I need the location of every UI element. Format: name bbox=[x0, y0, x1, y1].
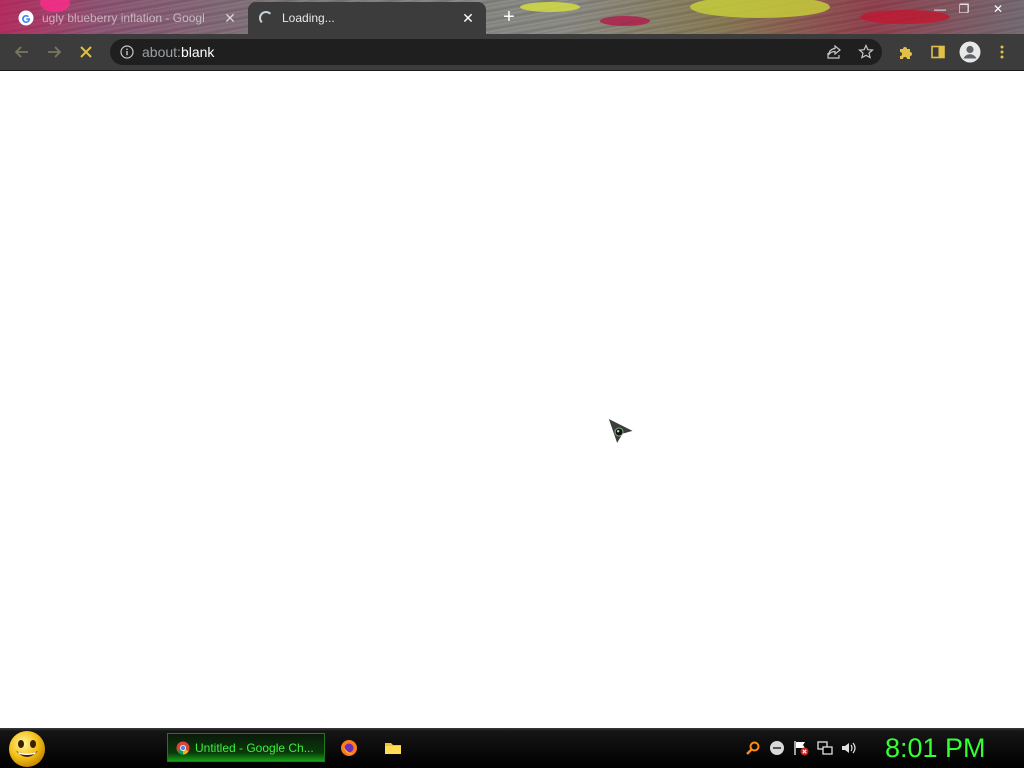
tab-strip: ugly blueberry inflation - Googl ✕ Loadi… bbox=[0, 0, 1024, 34]
folder-icon[interactable] bbox=[384, 739, 402, 757]
address-bar[interactable]: about:blank bbox=[110, 39, 882, 65]
close-window-icon[interactable]: ✕ bbox=[986, 1, 1010, 17]
profile-button[interactable] bbox=[956, 38, 984, 66]
side-panel-icon bbox=[931, 45, 945, 59]
menu-button[interactable] bbox=[988, 38, 1016, 66]
wallpaper-splat bbox=[520, 2, 580, 12]
taskbar-clock[interactable]: 8:01 PM bbox=[885, 732, 986, 764]
taskbar: Untitled - Google Ch... 8:01 PM bbox=[0, 728, 1024, 768]
page-content[interactable] bbox=[0, 71, 1024, 728]
tab-title: Loading... bbox=[282, 11, 335, 25]
stop-button[interactable] bbox=[72, 38, 100, 66]
tab-title: ugly blueberry inflation - Googl bbox=[42, 11, 205, 25]
firefox-icon[interactable] bbox=[340, 739, 358, 757]
chrome-icon bbox=[176, 741, 190, 754]
loading-spinner-icon bbox=[258, 10, 274, 26]
taskbar-item-chrome[interactable]: Untitled - Google Ch... bbox=[167, 733, 325, 762]
back-arrow-icon bbox=[14, 46, 28, 58]
address-text[interactable]: about:blank bbox=[142, 44, 214, 60]
url-host: blank bbox=[180, 44, 215, 60]
taskbar-item-label: Untitled - Google Ch... bbox=[195, 740, 314, 755]
info-icon[interactable] bbox=[120, 45, 134, 59]
mouse-cursor-icon bbox=[607, 417, 636, 446]
network-icon[interactable] bbox=[817, 740, 833, 756]
new-tab-button[interactable]: + bbox=[498, 6, 520, 28]
wallpaper-splat bbox=[690, 0, 830, 18]
star-icon bbox=[858, 44, 874, 59]
extensions-button[interactable] bbox=[892, 38, 920, 66]
bookmark-button[interactable] bbox=[852, 38, 880, 66]
tab-background[interactable]: ugly blueberry inflation - Googl ✕ bbox=[8, 2, 248, 34]
url-scheme: about: bbox=[142, 44, 181, 60]
minimize-icon[interactable]: — bbox=[928, 1, 952, 17]
forward-arrow-icon bbox=[48, 46, 62, 58]
volume-icon[interactable] bbox=[841, 740, 857, 756]
stop-icon bbox=[80, 46, 92, 58]
start-button-smiley-icon[interactable] bbox=[8, 730, 46, 768]
wallpaper-splat bbox=[600, 16, 650, 26]
forward-button[interactable] bbox=[40, 38, 68, 66]
google-g-icon bbox=[18, 10, 34, 26]
share-button[interactable] bbox=[820, 38, 848, 66]
search-magnifier-icon[interactable] bbox=[745, 740, 761, 756]
back-button[interactable] bbox=[8, 38, 36, 66]
tab-close-icon[interactable]: ✕ bbox=[460, 10, 476, 26]
side-panel-button[interactable] bbox=[924, 38, 952, 66]
tab-active[interactable]: Loading... ✕ bbox=[248, 2, 486, 34]
share-icon bbox=[827, 44, 841, 59]
menu-kebab-icon bbox=[1000, 45, 1004, 59]
messenger-icon[interactable] bbox=[769, 740, 785, 756]
tab-close-icon[interactable]: ✕ bbox=[222, 10, 238, 26]
profile-avatar-icon bbox=[959, 41, 981, 63]
browser-toolbar: about:blank bbox=[0, 34, 1024, 70]
extensions-puzzle-icon bbox=[900, 47, 912, 59]
restore-icon[interactable]: ❐ bbox=[952, 1, 976, 17]
action-center-flag-icon[interactable] bbox=[793, 740, 809, 756]
